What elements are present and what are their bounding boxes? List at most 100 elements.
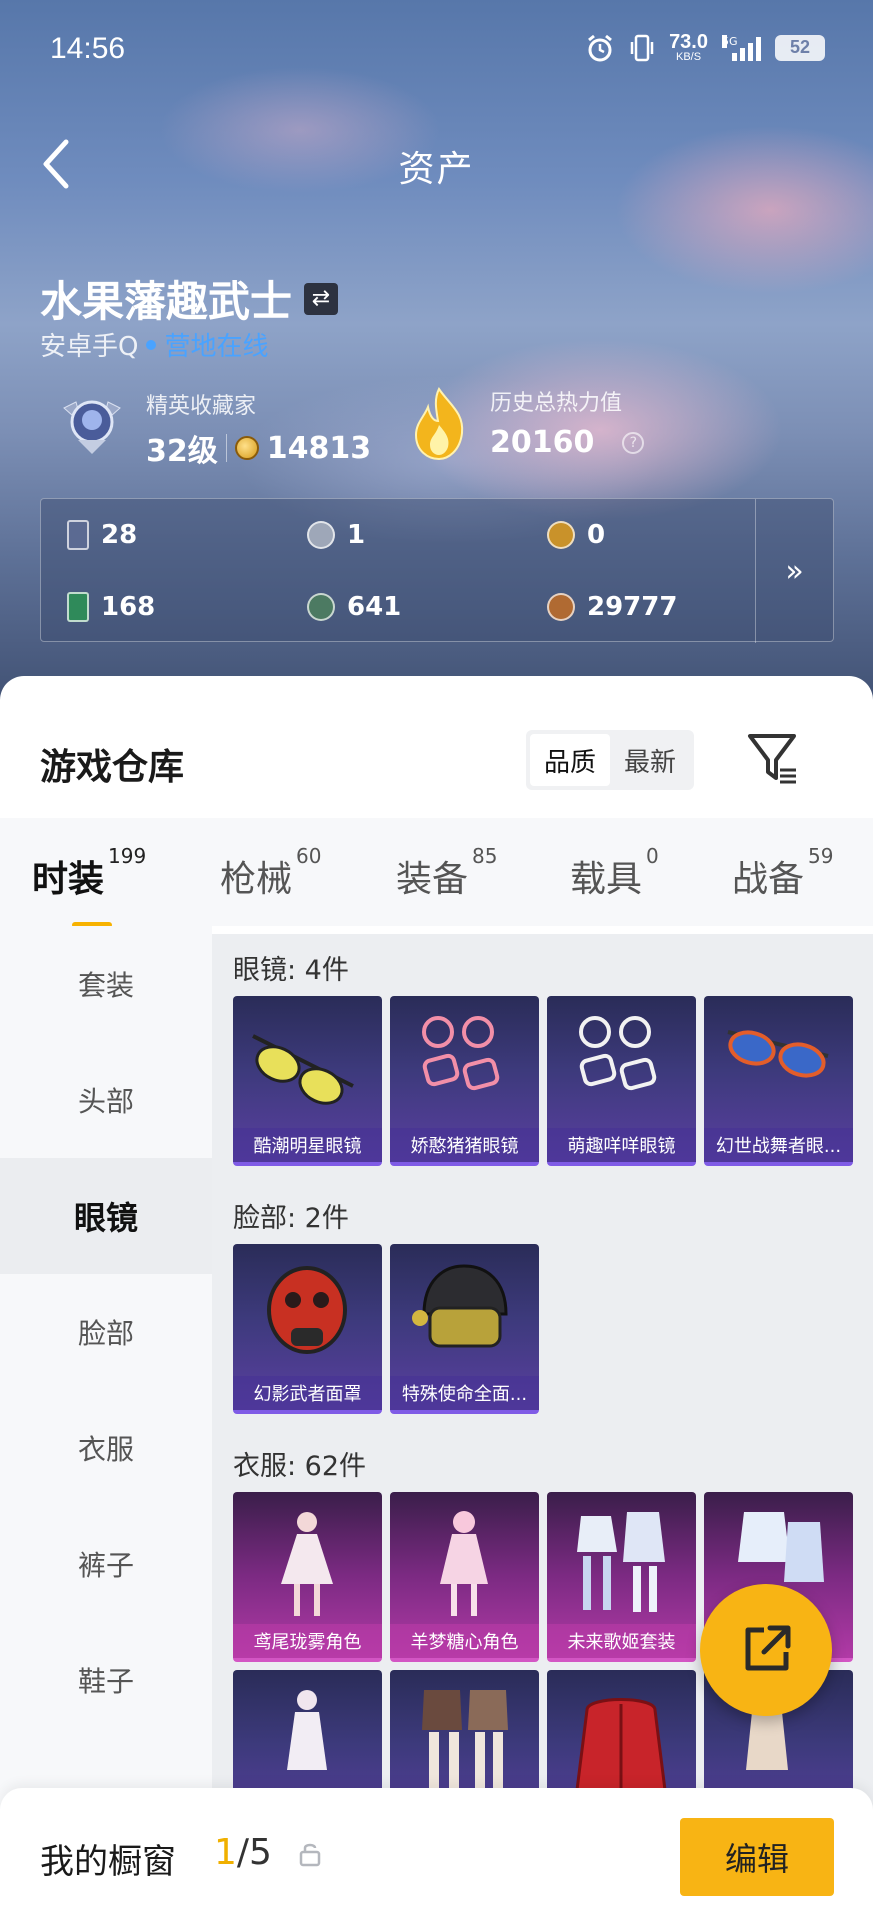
- helmet-icon: [412, 1264, 508, 1348]
- item-name: 羊梦糖心角色: [390, 1624, 539, 1658]
- currency-value: 168: [101, 592, 156, 622]
- section-title-face: 脸部: 2件: [233, 1203, 349, 1234]
- heat-value[interactable]: 历史总热力值 20160 ?: [404, 385, 645, 463]
- mask-icon: [267, 1266, 347, 1354]
- currency-item: 29777: [521, 571, 756, 643]
- online-dot-icon: [146, 339, 157, 350]
- swap-account-icon[interactable]: ⇄: [304, 282, 339, 315]
- rank-badge-icon: [63, 400, 121, 454]
- currency-value: 641: [347, 592, 402, 622]
- net-speed: 73.0 KB/S: [669, 31, 708, 63]
- sort-option-latest[interactable]: 最新: [610, 734, 690, 786]
- currency-value: 1: [347, 520, 366, 550]
- help-icon[interactable]: ?: [622, 431, 645, 454]
- outfit-set-icon: [577, 1512, 665, 1612]
- tab-vehicles[interactable]: 载具0: [570, 844, 659, 902]
- alarm-icon: [588, 34, 612, 61]
- sidebar-item-set[interactable]: 套装: [0, 926, 212, 1042]
- currency-item: 168: [41, 571, 281, 643]
- item-card[interactable]: 羊梦糖心角色: [390, 1492, 539, 1662]
- item-name: 幻世战舞者眼...: [704, 1128, 853, 1162]
- green-coin-icon: [307, 593, 335, 621]
- edit-button[interactable]: 编辑: [680, 1818, 834, 1896]
- item-card[interactable]: 特殊使命全面...: [390, 1244, 539, 1414]
- subcategory-sidebar: 套装 头部 眼镜 脸部 衣服 裤子 鞋子: [0, 926, 212, 1920]
- item-name: 娇憨猪猪眼镜: [390, 1128, 539, 1162]
- currency-item: 1: [281, 499, 521, 571]
- sidebar-item-face[interactable]: 脸部: [0, 1274, 212, 1390]
- sidebar-item-head[interactable]: 头部: [0, 1042, 212, 1158]
- points-coin-icon: [234, 436, 259, 460]
- section-title-glasses: 眼镜: 4件: [233, 955, 349, 986]
- warehouse-panel: 游戏仓库 品质 最新 时装199 枪械60 装备85 载具0 战备59 套装 头…: [0, 676, 873, 1920]
- tab-weapons[interactable]: 枪械60: [220, 844, 321, 902]
- green-card-icon: [67, 592, 89, 622]
- item-name: 鸢尾珑雾角色: [233, 1624, 382, 1658]
- vibrate-icon: [630, 34, 654, 61]
- rank-level: 32级: [146, 434, 218, 469]
- item-name: 未来歌姬套装: [547, 1624, 696, 1658]
- lock-icon: [299, 1843, 321, 1867]
- signal-icon: 5G: [722, 34, 761, 61]
- currency-item: 641: [281, 571, 521, 643]
- currency-item: 0: [521, 499, 756, 571]
- showcase-label: 我的橱窗: [40, 1842, 176, 1882]
- silver-coin-icon: [307, 521, 335, 549]
- collector-rank[interactable]: 精英收藏家 32级 14813: [56, 388, 371, 470]
- sidebar-item-shoes[interactable]: 鞋子: [0, 1622, 212, 1738]
- section-title-clothes: 衣服: 62件: [233, 1451, 367, 1482]
- character-outfit-icon: [440, 1511, 488, 1616]
- bronze-coin-icon: [547, 593, 575, 621]
- warehouse-header: 游戏仓库 品质 最新: [0, 676, 873, 818]
- sort-toggle: 品质 最新: [526, 730, 695, 790]
- tab-supplies[interactable]: 战备59: [732, 844, 833, 902]
- status-bar: 14:56 73.0 KB/S 5G 52: [0, 0, 873, 100]
- sort-option-quality[interactable]: 品质: [530, 734, 611, 786]
- item-card[interactable]: 幻影武者面罩: [233, 1244, 382, 1414]
- pig-glasses-icon: [422, 1016, 500, 1091]
- user-subline: 安卓手Q 营地在线: [40, 326, 268, 363]
- item-card[interactable]: 幻世战舞者眼...: [704, 996, 853, 1166]
- sidebar-item-clothes[interactable]: 衣服: [0, 1390, 212, 1506]
- user-name: 水果藩趣武士: [40, 277, 293, 326]
- item-card[interactable]: 娇憨猪猪眼镜: [390, 996, 539, 1166]
- currency-value: 0: [587, 520, 606, 550]
- item-grid: 眼镜: 4件 酷潮明星眼镜 娇憨猪猪眼镜 萌趣咩咩眼镜 幻世战舞者眼... 脸部…: [212, 934, 873, 1920]
- page-title: 资产: [398, 149, 475, 190]
- heat-label: 历史总热力值: [490, 391, 623, 416]
- tab-equipment[interactable]: 装备85: [396, 844, 497, 902]
- status-time: 14:56: [50, 32, 126, 65]
- item-card[interactable]: 鸢尾珑雾角色: [233, 1492, 382, 1662]
- heat-number: 20160: [490, 425, 595, 460]
- card-icon: [67, 520, 89, 550]
- currency-panel: 28 1 0 168 641 29777 »: [40, 498, 834, 643]
- category-tabs: 时装199 枪械60 装备85 载具0 战备59: [0, 818, 873, 928]
- item-card[interactable]: 未来歌姬套装: [547, 1492, 696, 1662]
- gold-emblem-icon: [547, 521, 575, 549]
- platform-label: 安卓手Q: [40, 332, 139, 362]
- status-icons: 73.0 KB/S 5G 52: [585, 32, 825, 63]
- share-icon: [745, 1625, 791, 1671]
- item-card[interactable]: 萌趣咩咩眼镜: [547, 996, 696, 1166]
- online-status: 营地在线: [164, 332, 269, 362]
- tab-fashion[interactable]: 时装199: [32, 844, 146, 928]
- currency-grid: 28 1 0 168 641 29777: [41, 499, 756, 643]
- share-button[interactable]: [700, 1584, 832, 1716]
- currency-value: 29777: [587, 592, 678, 622]
- currency-more-button[interactable]: »: [755, 499, 833, 643]
- rank-label: 精英收藏家: [146, 394, 257, 419]
- item-name: 萌趣咩咩眼镜: [547, 1128, 696, 1162]
- user-name-row: 水果藩趣武士 ⇄: [40, 268, 339, 329]
- item-name: 酷潮明星眼镜: [233, 1128, 382, 1162]
- sidebar-item-glasses[interactable]: 眼镜: [0, 1158, 212, 1274]
- divider: [225, 434, 227, 462]
- filter-icon[interactable]: [744, 728, 800, 788]
- item-card[interactable]: 酷潮明星眼镜: [233, 996, 382, 1166]
- showcase-bar: 我的橱窗 1/5 编辑: [0, 1788, 873, 1920]
- flame-icon: [414, 387, 464, 461]
- dancer-glasses-icon: [727, 1030, 829, 1078]
- sheep-glasses-icon: [579, 1016, 657, 1091]
- showcase-count: 1/5: [214, 1832, 272, 1873]
- sidebar-item-pants[interactable]: 裤子: [0, 1506, 212, 1622]
- currency-value: 28: [101, 520, 138, 550]
